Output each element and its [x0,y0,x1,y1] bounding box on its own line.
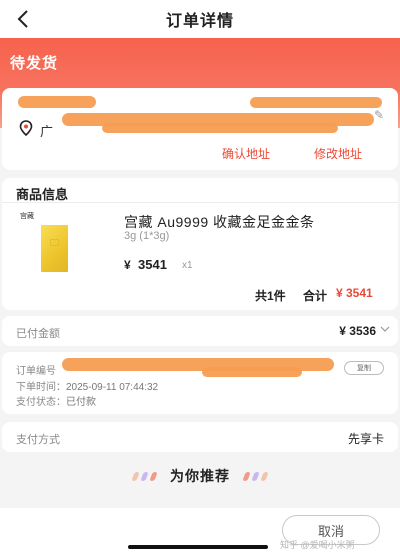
product-price: 3541 [138,257,167,272]
total-label: 合计 [303,289,328,303]
recommend-header: 为你推荐 [0,462,400,490]
goods-card: 商品信息 宫藏 宫藏 Au9999 收藏金足金金条 3g (1*3g) ¥ 35… [2,178,398,310]
redaction-mark [18,96,96,108]
chevron-down-icon[interactable] [380,326,390,333]
sparkle-right-icon [242,471,269,481]
gold-stamp [50,239,59,246]
product-quantity: x1 [182,260,193,271]
divider [2,202,398,203]
price-currency: ¥ [124,258,131,272]
order-time-label: 下单时间： [16,382,66,393]
total-count: 共1件 [255,289,286,303]
watermark: 知乎 @爱喝小米粥 [280,540,355,550]
chevron-left-icon [17,10,28,28]
sparkle-left-icon [131,471,158,481]
total-amount: ¥ 3541 [336,286,373,300]
back-button[interactable] [10,6,36,32]
paid-amount-label: 已付金额 [16,328,60,340]
payment-method-value: 先享卡 [347,432,384,446]
payment-status-label: 支付状态： [16,397,66,408]
payment-status-row: 支付状态：已付款 [16,393,96,408]
copy-order-number-button[interactable]: 复制 [344,361,384,375]
modify-address-button[interactable]: 修改地址 [314,145,362,162]
payment-method-row: 支付方式 先享卡 [2,422,398,452]
top-nav-bar: 订单详情 [0,0,400,38]
payment-status-value: 已付款 [66,397,96,408]
order-time-row: 下单时间：2025-09-11 07:44:32 [16,378,158,393]
home-indicator[interactable] [128,545,268,549]
address-text: 广 [40,124,54,139]
paid-amount-value: ¥ 3536 [339,324,376,338]
product-spec: 3g (1*3g) [124,230,170,242]
bottom-action-bar: 取消 知乎 @爱喝小米粥 [0,508,400,553]
product-name[interactable]: 宫藏 Au9999 收藏金足金金条 [124,212,315,232]
redaction-mark [202,367,302,377]
confirm-address-button[interactable]: 确认地址 [222,145,270,162]
order-number-label: 订单编号 [16,366,56,377]
redaction-mark [250,97,382,108]
order-time-value: 2025-09-11 07:44:32 [66,382,159,393]
goods-section-title: 商品信息 [16,187,69,202]
payment-method-label: 支付方式 [16,434,60,446]
page-title: 订单详情 [165,13,234,30]
address-card: ✎ 广 确认地址 修改地址 [2,88,398,170]
edit-mark: ✎ [374,108,385,122]
location-pin-icon [19,120,33,141]
redaction-mark [102,123,338,133]
brand-logo: 宫藏 [20,212,34,220]
order-status: 待发货 [10,55,59,72]
product-image[interactable]: 宫藏 [16,208,72,272]
order-info-card: 订单编号 复制 下单时间：2025-09-11 07:44:32 支付状态：已付… [2,352,398,414]
recommend-title: 为你推荐 [170,468,230,484]
paid-amount-row[interactable]: 已付金额 ¥ 3536 [2,316,398,346]
gold-bar-image [41,225,68,272]
